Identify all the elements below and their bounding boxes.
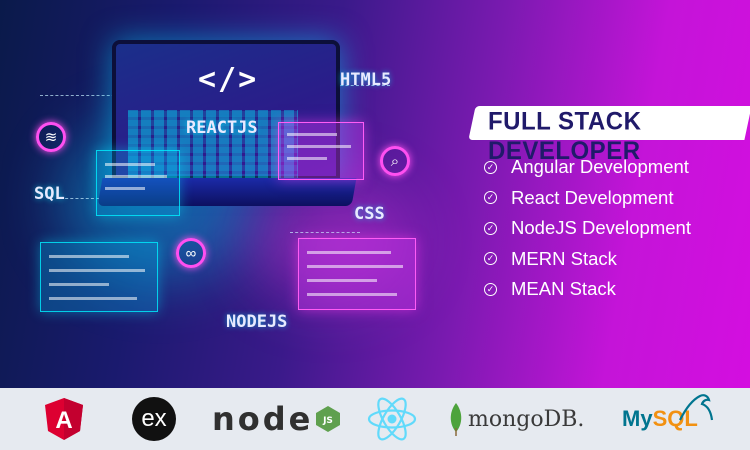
express-logo-icon: ex [132, 388, 176, 450]
mysql-logo: My SQL [622, 388, 714, 450]
nodejs-label: NODEJS [226, 312, 288, 332]
list-item: ✓ MERN Stack [484, 244, 691, 275]
mongodb-leaf-icon [450, 403, 462, 436]
list-item: ✓ Angular Development [484, 152, 691, 183]
link-icon: ∞ [176, 238, 206, 268]
skill-label: NodeJS Development [511, 217, 691, 239]
hero-banner: </> ≋ ⌕ ∞ HTML5 REACTJS SQL CSS NODEJS F… [0, 0, 750, 388]
react-logo-icon [366, 388, 418, 450]
node-badge: JS [322, 416, 333, 426]
sql-label: SQL [34, 184, 65, 204]
check-circle-icon: ✓ [484, 160, 497, 174]
css-label: CSS [354, 204, 385, 224]
mysql-my: My [622, 406, 653, 431]
code-panel [298, 238, 416, 310]
angular-letter: A [55, 407, 72, 434]
list-item: ✓ NodeJS Development [484, 213, 691, 244]
nodejs-logo-icon: node JS [212, 388, 341, 450]
mongodb-wordmark: mongoDB. [468, 406, 585, 432]
skills-list: ✓ Angular Development ✓ React Development … [484, 152, 691, 305]
tech-logo-strip: A ex node JS mongoDB. My SQL [0, 388, 750, 450]
check-circle-icon: ✓ [484, 221, 497, 235]
skill-label: MERN Stack [511, 247, 617, 269]
express-label: ex [132, 397, 176, 441]
check-circle-icon: ✓ [484, 252, 497, 266]
node-wordmark: node [212, 400, 314, 438]
html5-label: HTML5 [340, 70, 392, 90]
code-icon: </> [198, 62, 259, 97]
skill-label: MEAN Stack [511, 278, 616, 300]
check-circle-icon: ✓ [484, 191, 497, 205]
connector-line [40, 95, 120, 96]
mysql-dolphin-icon [679, 394, 714, 421]
code-panel [278, 122, 364, 180]
wifi-icon: ≋ [36, 122, 66, 152]
search-icon: ⌕ [380, 146, 410, 176]
skill-label: Angular Development [511, 156, 689, 178]
list-item: ✓ MEAN Stack [484, 274, 691, 305]
connector-line [290, 232, 360, 233]
check-circle-icon: ✓ [484, 282, 497, 296]
skill-label: React Development [511, 186, 674, 208]
angular-logo-icon: A [44, 388, 84, 450]
code-panel [96, 150, 180, 216]
list-item: ✓ React Development [484, 183, 691, 214]
reactjs-label: REACTJS [186, 118, 258, 138]
mongodb-logo: mongoDB. [448, 388, 584, 450]
code-panel [40, 242, 158, 312]
